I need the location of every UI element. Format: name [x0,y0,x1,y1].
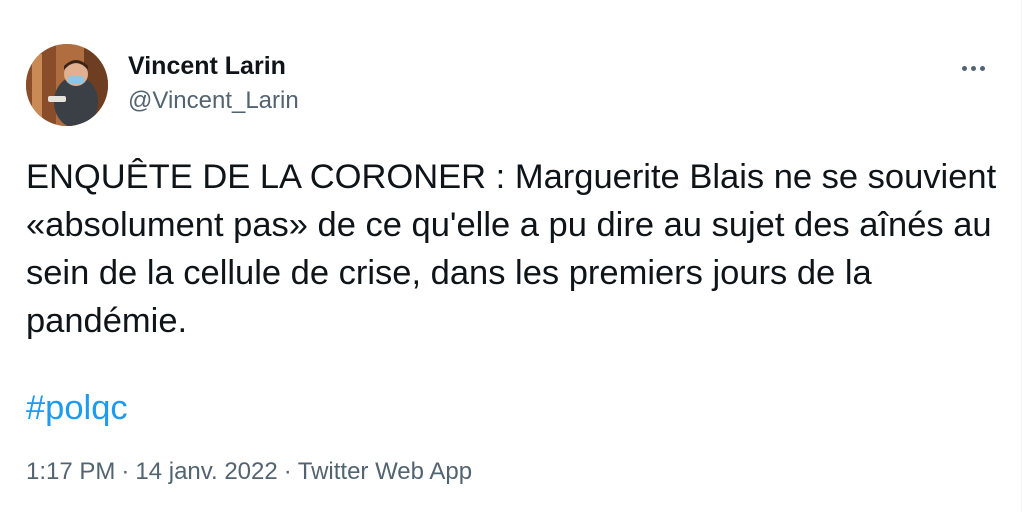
meta-separator: · [283,458,292,485]
tweet-text: ENQUÊTE DE LA CORONER : Marguerite Blais… [26,158,997,340]
author-display-name[interactable]: Vincent Larin [128,52,286,81]
avatar[interactable] [26,44,108,126]
more-horizontal-icon [961,65,967,71]
tweet-card: Vincent Larin @Vincent_Larin ENQUÊTE DE … [0,0,1022,512]
tweet-metadata: 1:17 PM · 14 janv. 2022 · Twitter Web App [26,458,472,486]
more-horizontal-icon-dot [970,65,976,71]
profile-photo-icon [26,44,108,126]
tweet-time[interactable]: 1:17 PM [26,458,115,485]
author-handle[interactable]: @Vincent_Larin [128,87,299,115]
meta-separator: · [121,458,130,485]
tweet-date[interactable]: 14 janv. 2022 [135,458,277,485]
more-horizontal-icon-dot [979,65,985,71]
tweet-source[interactable]: Twitter Web App [298,458,472,485]
more-options-button[interactable] [952,52,994,84]
hashtag-link[interactable]: #polqc [26,384,128,432]
